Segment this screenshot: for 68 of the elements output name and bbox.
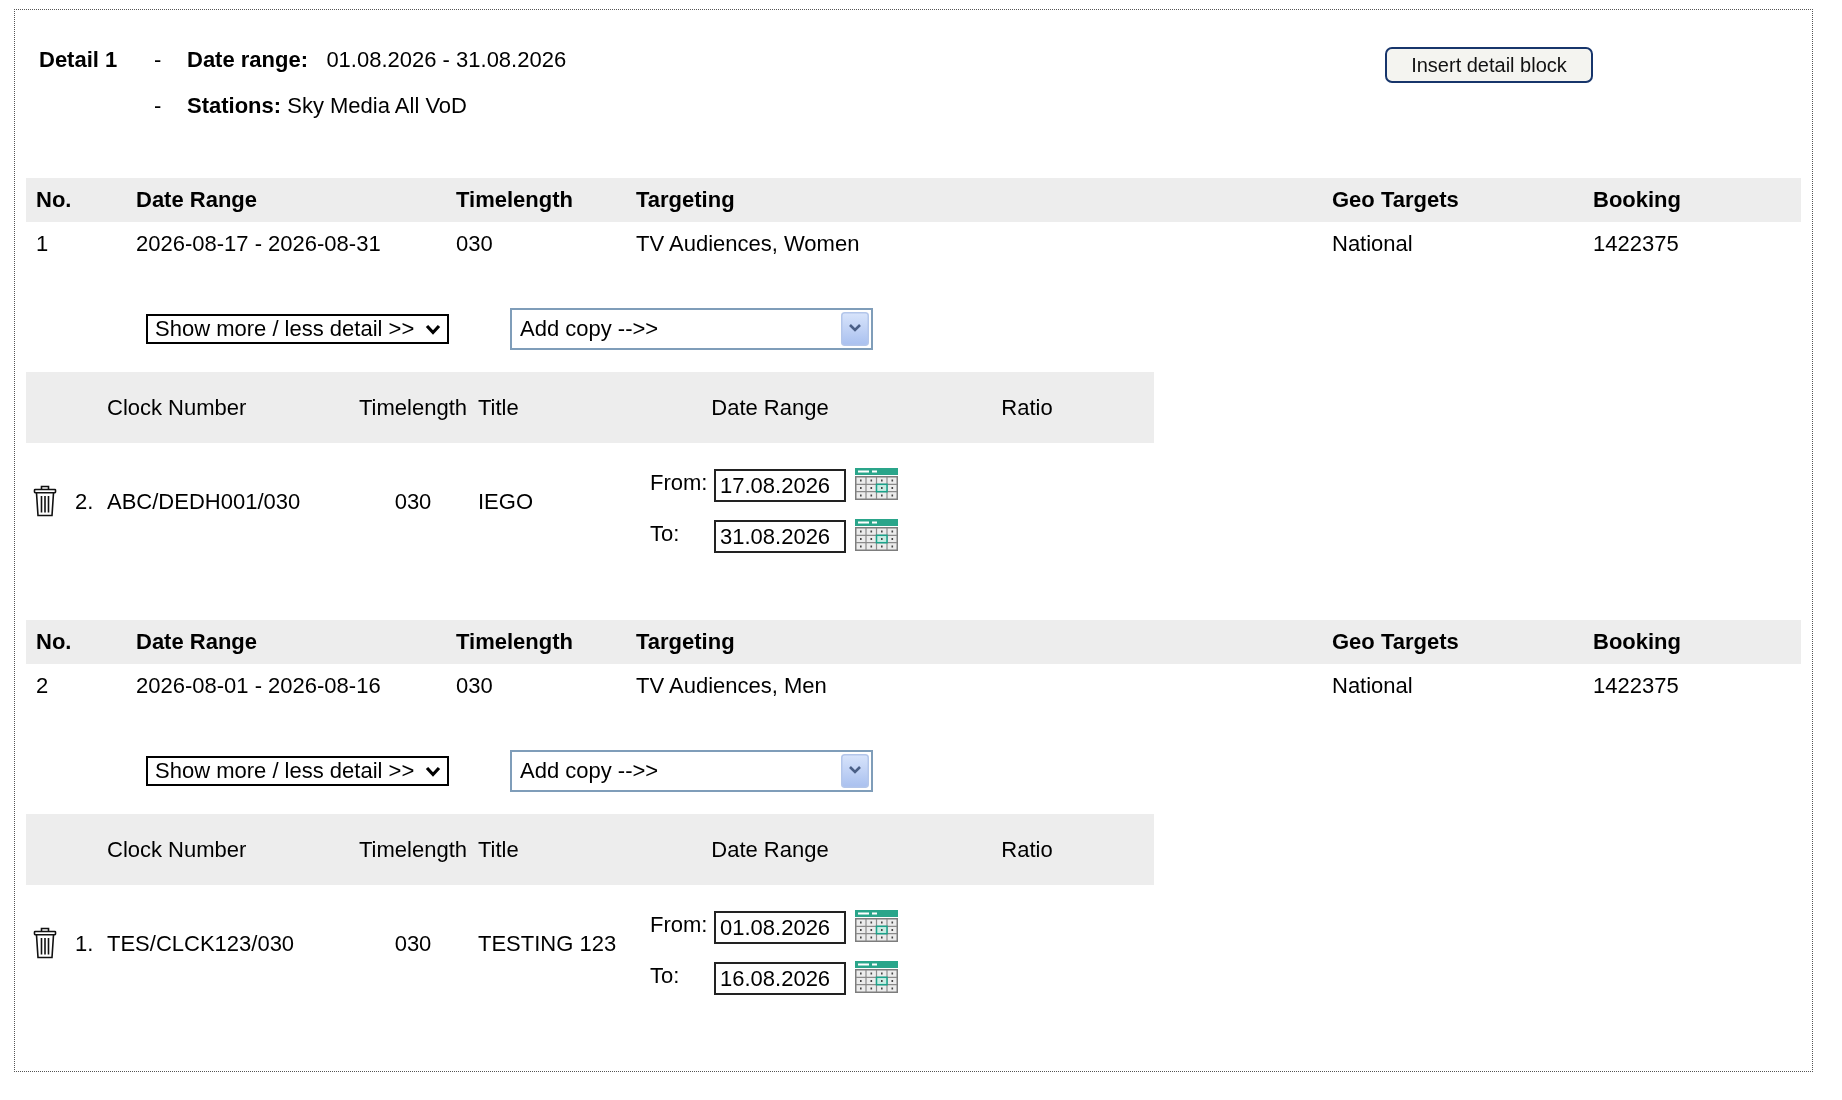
table-cell: 2026-08-17 - 2026-08-31 xyxy=(136,231,381,257)
column-header: Date Range xyxy=(136,629,258,655)
date-input[interactable]: 31.08.2026 xyxy=(714,520,846,553)
calendar-icon[interactable] xyxy=(855,519,898,551)
column-header: Ratio xyxy=(1001,836,1053,863)
column-header: Booking xyxy=(1593,187,1681,213)
column-header: Title xyxy=(478,836,519,863)
column-header: Geo Targets xyxy=(1332,629,1459,655)
detail-title: Detail 1 xyxy=(39,46,118,74)
table-cell: TV Audiences, Women xyxy=(636,231,860,257)
table-cell: 030 xyxy=(456,231,493,257)
column-header: Timelength xyxy=(359,394,467,421)
column-header: Targeting xyxy=(636,187,735,213)
column-header: Date Range xyxy=(711,836,829,863)
date-label: To: xyxy=(650,521,681,546)
chevron-down-icon xyxy=(425,323,441,335)
column-header: Timelength xyxy=(456,187,573,213)
table-cell: 2 xyxy=(36,673,49,699)
table-cell: 1422375 xyxy=(1593,673,1679,699)
table-cell: National xyxy=(1332,673,1413,699)
table-cell: 030 xyxy=(394,931,432,957)
column-header: No. xyxy=(36,629,72,655)
detail-select[interactable]: Show more / less detail >> xyxy=(146,756,449,786)
table-cell: ABC/DEDH001/030 xyxy=(107,489,301,515)
calendar-icon[interactable] xyxy=(855,961,898,993)
table-cell: 1422375 xyxy=(1593,231,1679,257)
column-header: Clock Number xyxy=(107,394,247,421)
calendar-icon[interactable] xyxy=(855,468,898,500)
date-label: To: xyxy=(650,963,681,988)
table-cell: IEGO xyxy=(478,489,533,515)
table-cell: 030 xyxy=(456,673,493,699)
copy-index: 1. xyxy=(75,931,94,957)
insert-detail-block-button[interactable]: Insert detail block xyxy=(1385,47,1593,83)
copy-index: 2. xyxy=(75,489,94,515)
date-input[interactable]: 17.08.2026 xyxy=(714,469,846,502)
trash-icon[interactable] xyxy=(33,927,57,959)
table-cell: TES/CLCK123/030 xyxy=(107,931,295,957)
add-copy-select[interactable]: Add copy -->> xyxy=(510,750,873,792)
table-cell: TESTING 123 xyxy=(478,931,617,957)
column-header: Timelength xyxy=(456,629,573,655)
detail-info-text: Stations: Sky Media All VoD xyxy=(187,92,467,120)
column-header: Targeting xyxy=(636,629,735,655)
table-cell: 030 xyxy=(394,489,432,515)
table-cell: National xyxy=(1332,231,1413,257)
separator-dash: - xyxy=(154,46,162,74)
date-input[interactable]: 16.08.2026 xyxy=(714,962,846,995)
detail-info-text: Date range: 01.08.2026 - 31.08.2026 xyxy=(187,46,567,74)
date-input[interactable]: 01.08.2026 xyxy=(714,911,846,944)
column-header: Clock Number xyxy=(107,836,247,863)
column-header: Timelength xyxy=(359,836,467,863)
separator-dash: - xyxy=(154,92,162,120)
date-label: From: xyxy=(650,470,709,495)
column-header: Title xyxy=(478,394,519,421)
date-label: From: xyxy=(650,912,709,937)
column-header: Booking xyxy=(1593,629,1681,655)
calendar-icon[interactable] xyxy=(855,910,898,942)
column-header: No. xyxy=(36,187,72,213)
trash-icon[interactable] xyxy=(33,485,57,517)
column-header: Ratio xyxy=(1001,394,1053,421)
table-cell: TV Audiences, Men xyxy=(636,673,827,699)
table-cell: 1 xyxy=(36,231,49,257)
detail-select[interactable]: Show more / less detail >> xyxy=(146,314,449,344)
column-header: Geo Targets xyxy=(1332,187,1459,213)
add-copy-select[interactable]: Add copy -->> xyxy=(510,308,873,350)
table-cell: 2026-08-01 - 2026-08-16 xyxy=(136,673,381,699)
chevron-down-icon xyxy=(425,765,441,777)
column-header: Date Range xyxy=(711,394,829,421)
column-header: Date Range xyxy=(136,187,258,213)
